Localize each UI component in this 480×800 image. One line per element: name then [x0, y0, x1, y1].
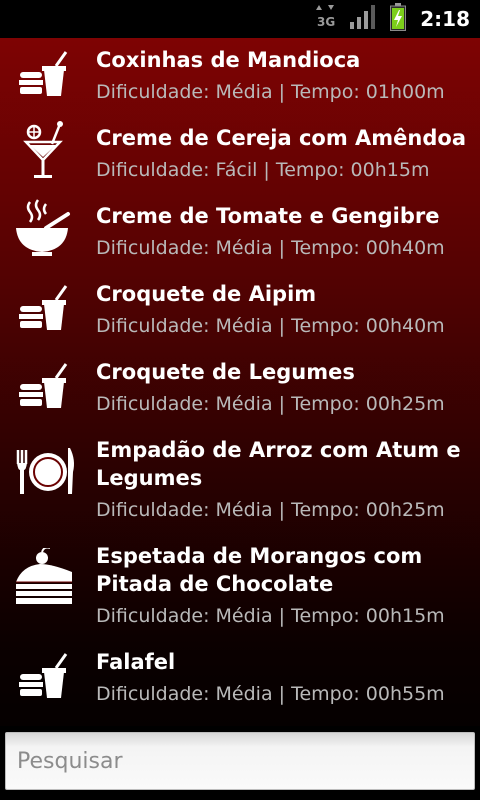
list-item[interactable]: Croquete de Legumes Dificuldade: Média |…: [0, 350, 480, 428]
recipe-title: Coxinhas de Mandioca: [96, 48, 361, 72]
list-item[interactable]: Coxinhas de Mandioca Dificuldade: Média …: [0, 38, 480, 116]
recipe-title: Creme de Tomate e Gengibre: [96, 204, 440, 228]
cocktail-icon: [12, 118, 76, 182]
signal-strength-icon: [350, 5, 376, 33]
recipe-meta: Dificuldade: Média | Tempo: 00h15m: [96, 605, 445, 627]
fast-food-icon: [12, 46, 76, 110]
recipe-meta: Dificuldade: Média | Tempo: 00h25m: [96, 499, 445, 521]
recipe-meta: Dificuldade: Média | Tempo: 00h40m: [96, 315, 445, 337]
clock-time: 2:18: [420, 7, 470, 31]
list-item[interactable]: Espetada de Morangos com Pitada de Choco…: [0, 534, 480, 640]
list-item[interactable]: Creme de Tomate e Gengibre Dificuldade: …: [0, 194, 480, 272]
fast-food-icon: [12, 280, 76, 344]
recipe-list[interactable]: Coxinhas de Mandioca Dificuldade: Média …: [0, 38, 480, 726]
cake-slice-icon: [12, 546, 76, 612]
status-bar: 3G 2:18: [0, 0, 480, 38]
search-input[interactable]: [5, 732, 475, 790]
network-type-label: 3G: [317, 15, 335, 29]
battery-charging-icon: [390, 3, 407, 35]
recipe-title: Espetada de Morangos com Pitada de Choco…: [96, 544, 423, 596]
recipe-title: Empadão de Arroz com Atum e Legumes: [96, 438, 461, 490]
recipe-title: Creme de Cereja com Amêndoa: [96, 126, 466, 150]
recipe-meta: Dificuldade: Média | Tempo: 01h00m: [96, 81, 445, 103]
recipe-meta: Dificuldade: Média | Tempo: 00h55m: [96, 683, 445, 705]
network-3g-icon: 3G: [316, 4, 336, 34]
recipe-title: Croquete de Aipim: [96, 282, 317, 306]
recipe-meta: Dificuldade: Média | Tempo: 00h40m: [96, 237, 445, 259]
list-item[interactable]: Empadão de Arroz com Atum e Legumes Difi…: [0, 428, 480, 534]
list-item[interactable]: Creme de Cereja com Amêndoa Dificuldade:…: [0, 116, 480, 194]
fast-food-icon: [12, 358, 76, 422]
list-item[interactable]: Croquete de Aipim Dificuldade: Média | T…: [0, 272, 480, 350]
recipe-title: Croquete de Legumes: [96, 360, 355, 384]
fast-food-icon: [12, 648, 76, 712]
recipe-meta: Dificuldade: Média | Tempo: 00h25m: [96, 393, 445, 415]
recipe-title: Falafel: [96, 650, 176, 674]
recipe-meta: Dificuldade: Fácil | Tempo: 00h15m: [96, 159, 430, 181]
plate-cutlery-icon: [12, 440, 76, 504]
soup-bowl-icon: [12, 198, 76, 262]
search-bar: [0, 726, 480, 800]
list-item[interactable]: Falafel Dificuldade: Média | Tempo: 00h5…: [0, 640, 480, 718]
